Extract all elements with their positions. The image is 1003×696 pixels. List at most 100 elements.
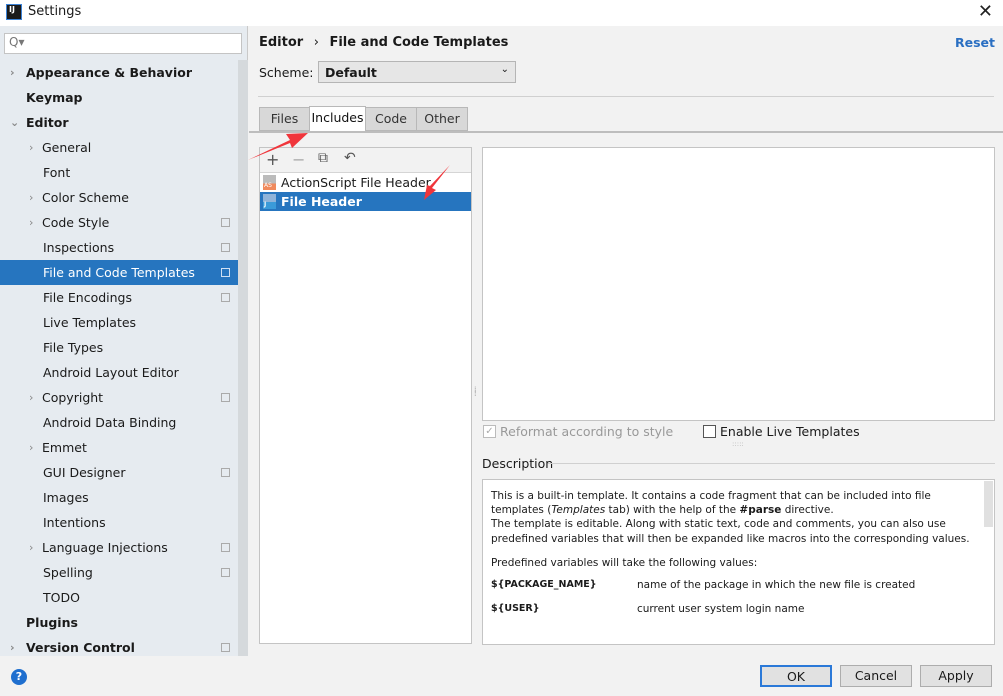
breadcrumb-parent: Editor	[259, 35, 304, 50]
add-icon[interactable]: +	[266, 150, 279, 169]
splitter-handle[interactable]: ⁞ ⁞	[474, 386, 477, 398]
sidebar-item-version-control[interactable]: › Version Control	[0, 635, 238, 660]
sidebar-item-plugins[interactable]: Plugins	[0, 610, 238, 635]
remove-icon[interactable]: −	[292, 150, 305, 169]
cancel-button[interactable]: Cancel	[840, 665, 912, 687]
tab-other[interactable]: Other	[416, 107, 468, 131]
chevron-right-icon[interactable]: ›	[29, 210, 33, 235]
sidebar-item-color-scheme[interactable]: › Color Scheme	[0, 185, 238, 210]
tab-files[interactable]: Files	[259, 107, 310, 131]
chevron-right-icon[interactable]: ›	[29, 535, 33, 560]
description-label: Description	[482, 456, 554, 471]
scheme-select[interactable]: Default ⌄	[318, 61, 516, 83]
description-panel: This is a built-in template. It contains…	[482, 479, 995, 645]
sidebar-item-label: Color Scheme	[42, 190, 129, 205]
breadcrumb-current: File and Code Templates	[329, 35, 509, 50]
resize-grip[interactable]: :::::	[732, 440, 744, 448]
project-scope-icon	[221, 643, 230, 652]
close-icon[interactable]: ✕	[978, 1, 993, 22]
list-item[interactable]: J File Header	[260, 192, 471, 211]
chevron-right-icon[interactable]: ›	[29, 135, 33, 160]
sidebar-item-gui-designer[interactable]: GUI Designer	[0, 460, 238, 485]
sidebar-item-emmet[interactable]: › Emmet	[0, 435, 238, 460]
sidebar-item-label: Spelling	[43, 565, 93, 580]
search-input[interactable]: Q▾	[4, 33, 242, 54]
project-scope-icon	[221, 293, 230, 302]
list-item-label: File Header	[281, 194, 362, 209]
reformat-label: Reformat according to style	[500, 424, 674, 439]
sidebar-item-file-types[interactable]: File Types	[0, 335, 238, 360]
sidebar-item-images[interactable]: Images	[0, 485, 238, 510]
chevron-down-icon[interactable]: ⌄	[10, 110, 19, 135]
chevron-right-icon[interactable]: ›	[29, 185, 33, 210]
sidebar-item-intentions[interactable]: Intentions	[0, 510, 238, 535]
sidebar-item-label: Intentions	[43, 515, 106, 530]
sidebar-scrollbar[interactable]	[238, 60, 248, 656]
sidebar-item-file-encodings[interactable]: File Encodings	[0, 285, 238, 310]
sidebar-item-label: Keymap	[26, 90, 83, 105]
sidebar-item-appearance-behavior[interactable]: › Appearance & Behavior	[0, 60, 238, 85]
reset-link[interactable]: Reset	[955, 35, 995, 50]
description-scrollbar[interactable]	[984, 481, 993, 527]
list-toolbar: + − ⧉ ↶	[260, 148, 471, 173]
chevron-right-icon[interactable]: ›	[29, 435, 33, 460]
sidebar-item-label: Copyright	[42, 390, 104, 405]
tab-code[interactable]: Code	[365, 107, 417, 131]
sidebar-item-android-data-binding[interactable]: Android Data Binding	[0, 410, 238, 435]
sidebar-item-editor[interactable]: ⌄ Editor	[0, 110, 238, 135]
breadcrumb-separator: ›	[313, 35, 319, 50]
ok-button[interactable]: OK	[760, 665, 832, 687]
divider	[548, 463, 995, 464]
sidebar-item-general[interactable]: › General	[0, 135, 238, 160]
sidebar-item-label: Android Layout Editor	[43, 365, 179, 380]
sidebar-item-live-templates[interactable]: Live Templates	[0, 310, 238, 335]
sidebar-item-label: Emmet	[42, 440, 87, 455]
chevron-right-icon[interactable]: ›	[29, 385, 33, 410]
project-scope-icon	[221, 243, 230, 252]
app-icon: IJ	[6, 4, 22, 20]
list-item[interactable]: AS ActionScript File Header	[260, 173, 471, 192]
template-editor[interactable]	[482, 147, 995, 421]
chevron-right-icon[interactable]: ›	[10, 60, 15, 85]
sidebar-item-code-style[interactable]: › Code Style	[0, 210, 238, 235]
apply-button[interactable]: Apply	[920, 665, 992, 687]
reset-icon[interactable]: ↶	[344, 150, 356, 166]
live-templates-checkbox[interactable]	[703, 425, 716, 438]
sidebar-item-label: GUI Designer	[43, 465, 126, 480]
sidebar-item-language-injections[interactable]: › Language Injections	[0, 535, 238, 560]
scheme-value: Default	[325, 65, 377, 80]
sidebar-item-font[interactable]: Font	[0, 160, 238, 185]
sidebar-item-file-and-code-templates[interactable]: File and Code Templates	[0, 260, 238, 285]
sidebar-item-spelling[interactable]: Spelling	[0, 560, 238, 585]
project-scope-icon	[221, 468, 230, 477]
tab-includes[interactable]: Includes	[309, 106, 366, 132]
sidebar-item-todo[interactable]: TODO	[0, 585, 238, 610]
sidebar-item-label: Editor	[26, 115, 69, 130]
project-scope-icon	[221, 543, 230, 552]
actionscript-file-icon: AS	[263, 175, 276, 190]
sidebar-item-label: Font	[43, 165, 71, 180]
sidebar-item-keymap[interactable]: Keymap	[0, 85, 238, 110]
sidebar-item-label: Language Injections	[42, 540, 168, 555]
template-list-panel: + − ⧉ ↶ AS ActionScript File Header J Fi…	[259, 147, 472, 644]
sidebar-item-label: Live Templates	[43, 315, 137, 330]
copy-icon[interactable]: ⧉	[318, 150, 328, 166]
search-icon: Q▾	[9, 35, 25, 49]
help-icon[interactable]: ?	[11, 669, 27, 685]
sidebar-item-android-layout-editor[interactable]: Android Layout Editor	[0, 360, 238, 385]
project-scope-icon	[221, 393, 230, 402]
reformat-checkbox[interactable]: ✓	[483, 425, 496, 438]
sidebar-item-label: File Types	[43, 340, 104, 355]
divider	[258, 96, 994, 97]
sidebar-item-inspections[interactable]: Inspections	[0, 235, 238, 260]
project-scope-icon	[221, 218, 230, 227]
project-scope-icon	[221, 568, 230, 577]
chevron-down-icon: ⌄	[500, 64, 509, 75]
sidebar-item-label: Inspections	[43, 240, 115, 255]
chevron-right-icon[interactable]: ›	[10, 635, 15, 660]
description-text: This is a built-in template. It contains…	[491, 490, 970, 545]
project-scope-icon	[221, 268, 230, 277]
sidebar-item-label: File Encodings	[43, 290, 133, 305]
sidebar-item-label: Plugins	[26, 615, 78, 630]
sidebar-item-copyright[interactable]: › Copyright	[0, 385, 238, 410]
